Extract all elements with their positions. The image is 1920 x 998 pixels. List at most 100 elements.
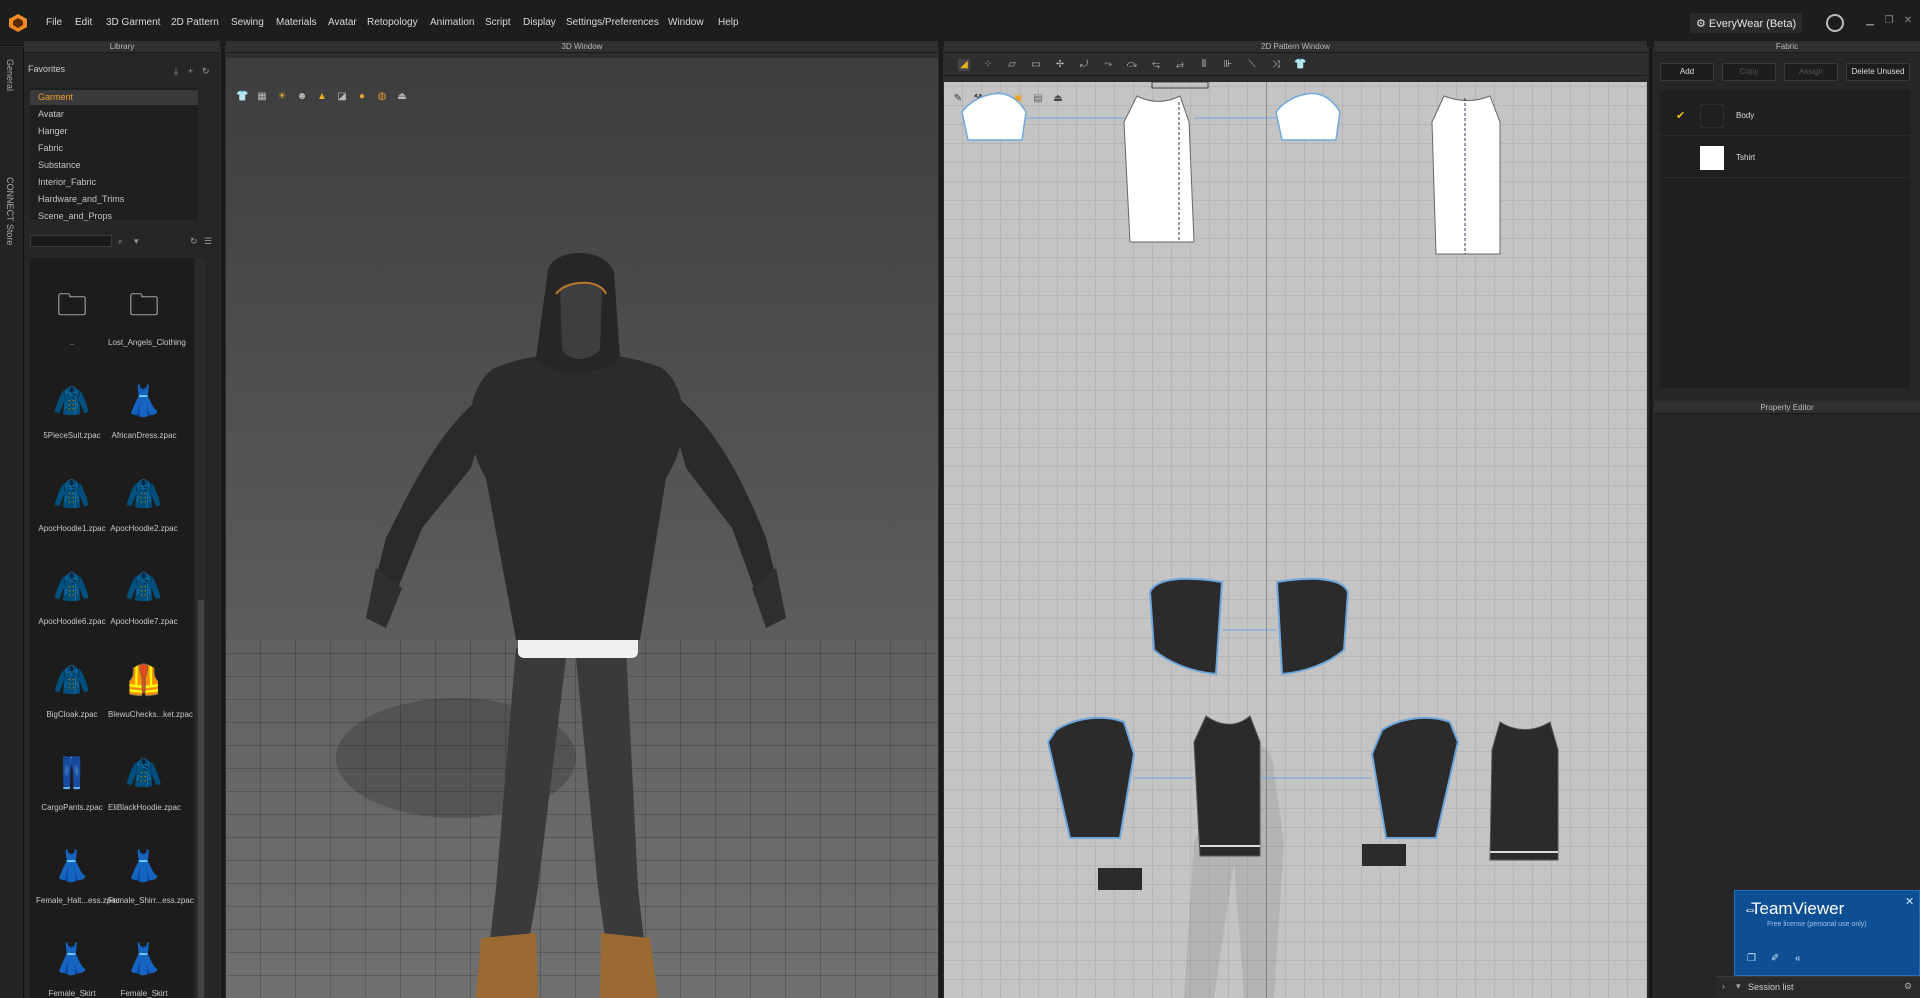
library-search-input[interactable] bbox=[30, 235, 112, 247]
tool-icon[interactable]: ✐ bbox=[1771, 953, 1779, 964]
pattern-pieces[interactable] bbox=[944, 82, 1647, 998]
side-tab-strip: General CONNECT Store bbox=[0, 47, 24, 998]
menu-retopology[interactable]: Retopology bbox=[367, 17, 418, 28]
menu-animation[interactable]: Animation bbox=[430, 17, 474, 28]
view2d-header: 2D Pattern Window bbox=[944, 41, 1647, 53]
delete-unused-button[interactable]: Delete Unused bbox=[1846, 63, 1910, 81]
library-item[interactable]: 🧥 ApocHoodie6.zpac bbox=[36, 559, 108, 627]
library-item[interactable]: 👗 Female_Halt...ess.zpac bbox=[36, 838, 120, 906]
library-item[interactable]: 👗 AfricanDress.zpac bbox=[108, 373, 180, 441]
refresh-list-icon[interactable]: ↻ bbox=[190, 236, 198, 247]
minimize-icon[interactable]: ▁ bbox=[1864, 15, 1876, 27]
copy-fabric-button[interactable]: Copy bbox=[1722, 63, 1776, 81]
avatar-model[interactable] bbox=[226, 58, 938, 998]
hoodie-sleeve-left bbox=[1046, 716, 1136, 839]
library-item[interactable]: 🗀 Lost_Angels_Clothing bbox=[108, 280, 186, 348]
fabric-name: Tshirt bbox=[1736, 153, 1756, 162]
search-icon[interactable]: ⌕ bbox=[118, 236, 123, 247]
assign-fabric-button[interactable]: Assign bbox=[1784, 63, 1838, 81]
chevron-right-icon[interactable]: › bbox=[1722, 981, 1725, 991]
library-item[interactable]: 🧥 BigCloak.zpac bbox=[36, 652, 108, 720]
check-icon: ✔ bbox=[1676, 110, 1686, 122]
favorite-item[interactable]: Hanger bbox=[38, 124, 68, 139]
library-item[interactable]: 👗 Female_Shirr...ess.zpac bbox=[108, 838, 194, 906]
rectangle-icon[interactable]: ▭ bbox=[1030, 59, 1042, 71]
settings-icon[interactable]: ⚙ bbox=[1904, 981, 1912, 992]
add-favorite-icon[interactable]: + bbox=[188, 66, 193, 76]
menu-edit[interactable]: Edit bbox=[75, 17, 92, 28]
chevron-down-icon[interactable]: ▾ bbox=[134, 236, 139, 247]
close-icon[interactable]: ✕ bbox=[1905, 895, 1914, 908]
menu-file[interactable]: File bbox=[46, 17, 62, 28]
library-item[interactable]: 🦺 BlewuChecks...ket.zpac bbox=[108, 652, 193, 720]
user-avatar-icon[interactable] bbox=[1826, 14, 1844, 32]
favorite-item[interactable]: Scene_and_Props bbox=[38, 209, 112, 224]
trace-icon[interactable]: ⤳ bbox=[1102, 59, 1114, 71]
favorite-item[interactable]: Garment bbox=[30, 90, 198, 105]
view-mode-icon[interactable]: ☰ bbox=[204, 236, 212, 247]
library-item[interactable]: 🧥 ApocHoodie1.zpac bbox=[36, 466, 108, 534]
library-item[interactable]: 👖 CargoPants.zpac bbox=[36, 745, 108, 813]
hoodie-icon: 🧥 bbox=[53, 570, 91, 604]
topstitch-icon[interactable]: ⤨ bbox=[1270, 59, 1282, 71]
tshirt-tool-icon[interactable]: 👕 bbox=[1294, 59, 1306, 71]
edit-pattern-icon[interactable]: ◢ bbox=[958, 59, 970, 71]
splitter[interactable] bbox=[939, 47, 943, 998]
menu-2d-pattern[interactable]: 2D Pattern bbox=[171, 17, 219, 28]
fabric-item-body[interactable]: ✔ Body bbox=[1660, 96, 1910, 136]
library-scroll-thumb[interactable] bbox=[198, 600, 204, 998]
library-item[interactable]: 👗 Female_Skirt bbox=[108, 931, 180, 998]
close-icon[interactable]: ✕ bbox=[1902, 15, 1914, 27]
tab-general[interactable]: General bbox=[5, 59, 15, 91]
menu-avatar[interactable]: Avatar bbox=[328, 17, 357, 28]
tab-connect-store[interactable]: CONNECT Store bbox=[5, 177, 15, 245]
tshirt-sleeve-right bbox=[1275, 92, 1341, 141]
dart-icon[interactable]: ✢ bbox=[1054, 59, 1066, 71]
menu-window[interactable]: Window bbox=[668, 17, 704, 28]
edit-point-icon[interactable]: ⁘ bbox=[982, 59, 994, 71]
skirt-icon: 👗 bbox=[125, 942, 163, 976]
library-item[interactable]: 🗀.. bbox=[36, 280, 108, 348]
check-sew-icon[interactable]: ⊪ bbox=[1222, 59, 1234, 71]
menu-3d-garment[interactable]: 3D Garment bbox=[106, 17, 160, 28]
favorite-item[interactable]: Interior_Fabric bbox=[38, 175, 96, 190]
copy-icon[interactable]: ❐ bbox=[1747, 953, 1756, 964]
internal-line-icon[interactable]: ⤾ bbox=[1078, 59, 1090, 71]
polygon-icon[interactable]: ▱ bbox=[1006, 59, 1018, 71]
collapse-icon[interactable]: « bbox=[1795, 953, 1801, 964]
library-item[interactable]: 🧥 5PieceSuit.zpac bbox=[36, 373, 108, 441]
tshirt-collar bbox=[1151, 82, 1209, 89]
workspace-selector[interactable]: ⚙ EveryWear (Beta) bbox=[1690, 13, 1802, 33]
teamviewer-popup[interactable]: ⇔ TeamViewer Free license (personal use … bbox=[1734, 890, 1920, 976]
dress-icon: 👗 bbox=[53, 849, 91, 883]
session-list-bar[interactable]: › ▾ Session list ⚙ bbox=[1716, 976, 1920, 998]
favorite-item[interactable]: Fabric bbox=[38, 141, 63, 156]
refresh-icon[interactable]: ↻ bbox=[202, 66, 210, 77]
add-fabric-button[interactable]: Add bbox=[1660, 63, 1714, 81]
download-icon[interactable]: ⤓ bbox=[174, 66, 178, 77]
fabric-item-tshirt[interactable]: Tshirt bbox=[1660, 138, 1910, 178]
library-item[interactable]: 🧥 ApocHoodie7.zpac bbox=[108, 559, 180, 627]
splitter[interactable] bbox=[221, 47, 225, 998]
sewing-icon[interactable]: ⤼ bbox=[1126, 59, 1138, 71]
favorite-item[interactable]: Substance bbox=[38, 158, 81, 173]
menu-sewing[interactable]: Sewing bbox=[231, 17, 264, 28]
menu-materials[interactable]: Materials bbox=[276, 17, 317, 28]
splitter[interactable] bbox=[1649, 47, 1653, 998]
fold-seam-icon[interactable]: ⥃ bbox=[1150, 59, 1162, 71]
favorite-item[interactable]: Avatar bbox=[38, 107, 64, 122]
library-item[interactable]: 🧥 EliBlackHoodie.zpac bbox=[108, 745, 181, 813]
library-item[interactable]: 👗 Female_Skirt bbox=[36, 931, 108, 998]
menu-help[interactable]: Help bbox=[718, 17, 739, 28]
free-sew-icon[interactable]: ⦀ bbox=[1198, 59, 1210, 71]
menu-settings-preferences[interactable]: Settings/Preferences bbox=[566, 17, 659, 28]
menu-script[interactable]: Script bbox=[485, 17, 511, 28]
menu-display[interactable]: Display bbox=[523, 17, 556, 28]
pleat-icon[interactable]: ⟍ bbox=[1246, 59, 1258, 71]
library-item[interactable]: 🧥 ApocHoodie2.zpac bbox=[108, 466, 180, 534]
right-leg bbox=[576, 648, 646, 958]
favorite-item[interactable]: Hardware_and_Trims bbox=[38, 192, 124, 207]
restore-icon[interactable]: ❐ bbox=[1883, 15, 1895, 27]
chevron-down-icon[interactable]: ▾ bbox=[1736, 981, 1741, 992]
segment-sew-icon[interactable]: ⥄ bbox=[1174, 59, 1186, 71]
